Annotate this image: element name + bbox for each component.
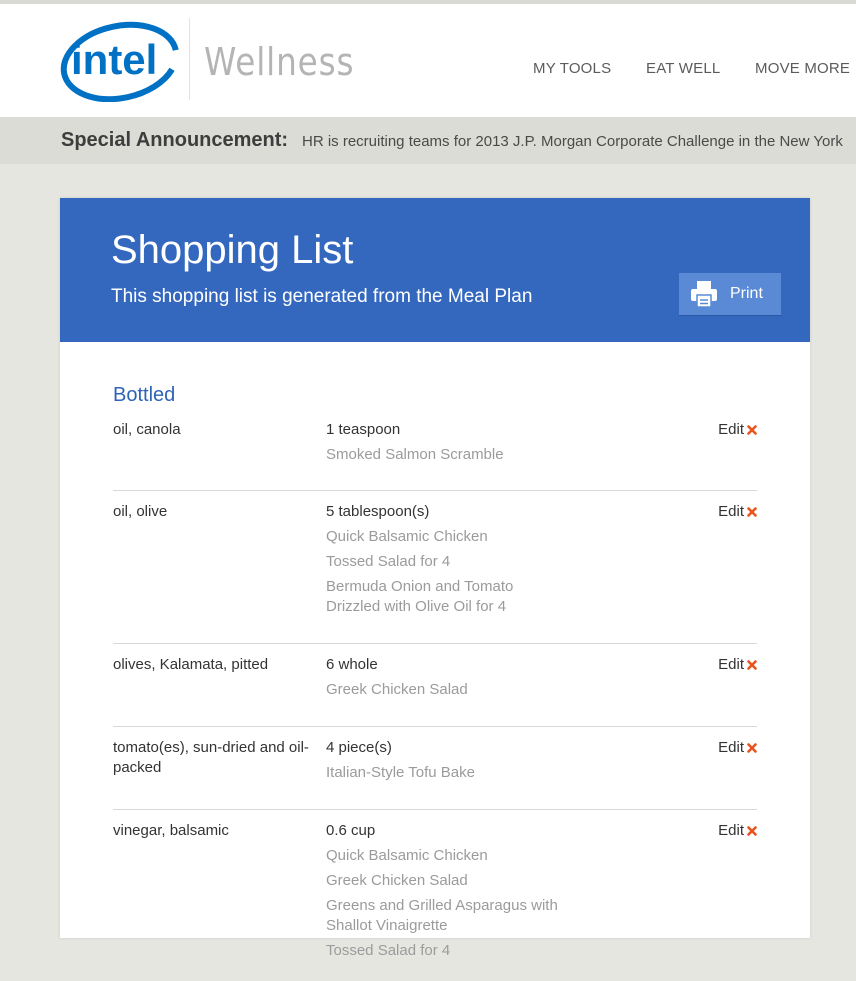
- edit-control: Edit: [718, 655, 757, 676]
- remove-icon[interactable]: [747, 503, 757, 523]
- edit-control: Edit: [718, 420, 757, 441]
- intel-logo-text: intel: [71, 36, 157, 83]
- nav-move-more[interactable]: MOVE MORE: [755, 60, 850, 77]
- site-header: intel Wellness MY TOOLS EAT WELL MOVE MO…: [0, 4, 856, 117]
- page-title: Shopping List: [111, 228, 354, 272]
- remove-icon[interactable]: [747, 656, 757, 676]
- section-title-bottled: Bottled: [113, 384, 176, 406]
- edit-link[interactable]: Edit: [718, 822, 744, 839]
- edit-control: Edit: [718, 821, 757, 842]
- item-name: vinegar, balsamic: [113, 822, 229, 839]
- announcement-title: Special Announcement:: [61, 129, 289, 151]
- item-name: oil, canola: [113, 421, 181, 438]
- edit-link[interactable]: Edit: [718, 739, 744, 756]
- shopping-item-row: vinegar, balsamic 0.6 cup Quick Balsamic C…: [113, 821, 757, 981]
- recipe-name[interactable]: Italian-Style Tofu Bake: [326, 763, 566, 783]
- edit-link[interactable]: Edit: [718, 421, 744, 438]
- item-name: olives, Kalamata, pitted: [113, 656, 269, 673]
- item-quantity: 5 tablespoon(s): [326, 503, 430, 520]
- print-label: Print: [730, 285, 763, 302]
- recipe-name[interactable]: Tossed Salad for 4: [326, 941, 566, 961]
- recipe-name[interactable]: Quick Balsamic Chicken: [326, 527, 566, 547]
- item-quantity: 6 whole: [326, 656, 378, 673]
- intel-logo[interactable]: intel: [60, 18, 184, 102]
- recipe-name[interactable]: Smoked Salmon Scramble: [326, 445, 566, 465]
- item-recipes: Quick Balsamic Chicken Greek Chicken Sala…: [326, 846, 566, 966]
- edit-control: Edit: [718, 502, 757, 523]
- recipe-name[interactable]: Tossed Salad for 4: [326, 552, 566, 572]
- item-recipes: Quick Balsamic Chicken Tossed Salad for 4…: [326, 527, 566, 622]
- shopping-item-row: olives, Kalamata, pitted 6 whole Greek Chi…: [113, 655, 757, 727]
- edit-link[interactable]: Edit: [718, 656, 744, 673]
- shopping-items-list: oil, canola 1 teaspoon Smoked Salmon Scram…: [113, 420, 757, 981]
- item-recipes: Italian-Style Tofu Bake: [326, 763, 566, 788]
- recipe-name[interactable]: Greek Chicken Salad: [326, 680, 566, 700]
- nav-eat-well[interactable]: EAT WELL: [646, 60, 720, 77]
- shopping-list-banner: Shopping List This shopping list is gene…: [60, 198, 810, 342]
- print-button[interactable]: Print: [679, 273, 781, 315]
- nav-my-tools[interactable]: MY TOOLS: [533, 60, 611, 77]
- item-quantity: 1 teaspoon: [326, 421, 401, 438]
- remove-icon[interactable]: [747, 739, 757, 759]
- announcement-bar: Special Announcement: HR is recruiting t…: [0, 117, 856, 164]
- recipe-name[interactable]: Greens and Grilled Asparagus with Shallo…: [326, 896, 566, 936]
- shopping-item-row: tomato(es), sun-dried and oil-packed 4 pi…: [113, 738, 757, 810]
- page-subtitle: This shopping list is generated from the…: [111, 286, 533, 307]
- recipe-name[interactable]: Quick Balsamic Chicken: [326, 846, 566, 866]
- item-name: oil, olive: [113, 503, 168, 520]
- item-recipes: Greek Chicken Salad: [326, 680, 566, 705]
- shopping-item-row: oil, olive 5 tablespoon(s) Quick Balsamic …: [113, 502, 757, 644]
- printer-icon: [689, 280, 719, 313]
- announcement-text[interactable]: HR is recruiting teams for 2013 J.P. Mor…: [302, 133, 843, 150]
- edit-link[interactable]: Edit: [718, 503, 744, 520]
- shopping-list-card: Shopping List This shopping list is gene…: [60, 198, 810, 959]
- remove-icon[interactable]: [747, 421, 757, 441]
- logo-divider: [189, 18, 190, 100]
- item-recipes: Smoked Salmon Scramble: [326, 445, 566, 470]
- recipe-name[interactable]: Greek Chicken Salad: [326, 871, 566, 891]
- recipe-name[interactable]: Bermuda Onion and Tomato Drizzled with O…: [326, 577, 566, 617]
- wellness-brand: Wellness: [204, 40, 355, 84]
- item-name: tomato(es), sun-dried and oil-packed: [113, 739, 309, 776]
- remove-icon[interactable]: [747, 822, 757, 842]
- item-quantity: 0.6 cup: [326, 822, 376, 839]
- edit-control: Edit: [718, 738, 757, 759]
- shopping-item-row: oil, canola 1 teaspoon Smoked Salmon Scram…: [113, 420, 757, 491]
- item-quantity: 4 piece(s): [326, 739, 392, 756]
